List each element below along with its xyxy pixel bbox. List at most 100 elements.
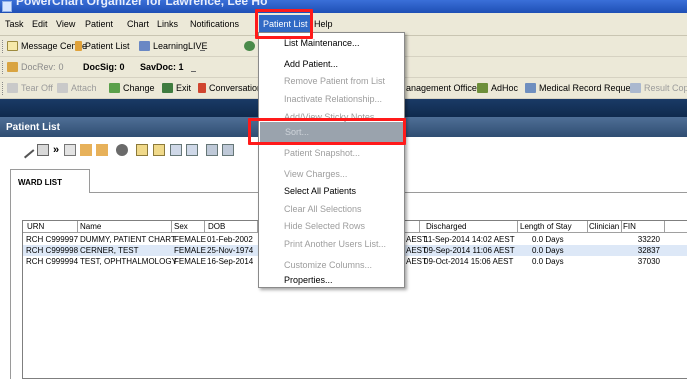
change-icon — [109, 83, 120, 93]
column-divider[interactable] — [419, 221, 420, 233]
docrev-label: DocRev: — [21, 62, 56, 72]
conversation-button[interactable]: Conversation — [198, 83, 262, 93]
patient-detail-icon[interactable] — [64, 144, 76, 156]
window-title: PowerChart Organizer for Lawrence, Lee H… — [16, 0, 268, 8]
menu-links[interactable]: Links — [157, 19, 178, 29]
exit-icon — [162, 83, 173, 93]
result-copy-button[interactable]: Result Cop — [630, 83, 687, 93]
cell-dob: 16-Sep-2014 — [207, 257, 254, 266]
adhoc-label: AdHoc — [491, 83, 519, 93]
patient-list-button[interactable]: Patient List — [75, 41, 130, 51]
medical-record-request-button[interactable]: Medical Record Request — [525, 83, 638, 93]
highlight-box-patient-list-menu — [255, 9, 313, 39]
menu-patient[interactable]: Patient — [85, 19, 113, 29]
menu-item-properties[interactable]: Properties... — [259, 273, 404, 288]
column-divider[interactable] — [204, 221, 205, 233]
title-bar: PowerChart Organizer for Lawrence, Lee H… — [0, 0, 687, 13]
column-header-name[interactable]: Name — [80, 222, 101, 231]
attach-button[interactable]: Attach — [57, 83, 97, 93]
attach-label: Attach — [71, 83, 97, 93]
column-header-sex[interactable]: Sex — [174, 222, 188, 231]
toolbar-overflow-chevron-icon[interactable] — [191, 63, 196, 72]
cell-name: TEST, OPHTHALMOLOGY — [80, 257, 177, 266]
column-header-urn[interactable]: URN — [27, 222, 44, 231]
toolbar-grip[interactable] — [2, 40, 5, 53]
column-header-dob[interactable]: DOB — [208, 222, 225, 231]
menu-help[interactable]: Help — [314, 19, 333, 29]
wrench-icon[interactable] — [17, 141, 35, 159]
adhoc-button[interactable]: AdHoc — [477, 83, 518, 93]
properties-icon[interactable] — [37, 144, 49, 156]
cell-name: DUMMY, PATIENT CHART — [80, 235, 176, 244]
paste-icon[interactable] — [186, 144, 198, 156]
cell-discharged: 09-Oct-2014 15:06 AEST — [424, 257, 514, 266]
savdoc-indicator[interactable]: SavDoc: 1 — [140, 62, 184, 72]
document-icon — [525, 83, 536, 93]
menu-view[interactable]: View — [56, 19, 75, 29]
globe-icon — [244, 41, 255, 51]
column-divider[interactable] — [664, 221, 665, 233]
menu-notifications[interactable]: Notifications — [190, 19, 239, 29]
cell-length-of-stay: 0.0 Days — [532, 235, 564, 244]
cell-discharged: 09-Sep-2014 11:06 AEST — [424, 246, 515, 255]
card-icon[interactable] — [206, 144, 218, 156]
column-header-fin[interactable]: FIN — [623, 222, 636, 231]
toolbar-grip[interactable] — [2, 61, 5, 74]
change-label: Change — [123, 83, 155, 93]
cell-length-of-stay: 0.0 Days — [532, 246, 564, 255]
change-button[interactable]: Change — [109, 83, 155, 93]
menu-task[interactable]: Task — [5, 19, 24, 29]
exit-button[interactable]: Exit — [162, 83, 191, 93]
patient-list-label: Patient List — [85, 41, 130, 51]
tab-ward-list[interactable]: WARD LIST — [10, 169, 90, 193]
exit-label: Exit — [176, 83, 192, 93]
cell-name: CERNER, TEST — [80, 246, 139, 255]
copy-icon[interactable] — [170, 144, 182, 156]
paperclip-icon — [57, 83, 68, 93]
column-header-clinician[interactable]: Clinician — [589, 222, 619, 231]
menu-edit[interactable]: Edit — [32, 19, 48, 29]
adhoc-icon — [477, 83, 488, 93]
envelope-icon — [7, 41, 18, 51]
filter-icon[interactable] — [116, 144, 128, 156]
column-divider[interactable] — [587, 221, 588, 233]
column-header-discharged[interactable]: Discharged — [426, 222, 466, 231]
book-icon — [139, 41, 150, 51]
column-divider[interactable] — [171, 221, 172, 233]
notes-icon[interactable] — [153, 144, 165, 156]
column-divider[interactable] — [77, 221, 78, 233]
person-icon — [75, 41, 82, 51]
app-icon — [2, 1, 12, 12]
cell-dob: 25-Nov-1974 — [207, 246, 254, 255]
cell-fin: 32837 — [637, 246, 660, 255]
learninglive-button[interactable]: LearningLIVE — [139, 41, 208, 51]
add-person-icon[interactable] — [80, 144, 92, 156]
menu-item-print-another-list[interactable]: Print Another Users List... — [259, 234, 404, 255]
toolbar-extra-icon[interactable] — [244, 41, 255, 51]
management-office-button[interactable]: anagement Office — [406, 83, 477, 93]
toolbar-grip[interactable] — [2, 82, 5, 95]
tear-off-label: Tear Off — [21, 83, 53, 93]
column-divider[interactable] — [517, 221, 518, 233]
docrev-indicator[interactable]: DocRev: 0 — [7, 62, 64, 72]
menu-chart[interactable]: Chart — [127, 19, 149, 29]
cell-discharged: 11-Sep-2014 14:02 AEST — [424, 235, 515, 244]
docsig-indicator[interactable]: DocSig: 0 — [83, 62, 125, 72]
note-icon[interactable] — [136, 144, 148, 156]
patient-list-menu: List Maintenance... Add Patient... Remov… — [258, 32, 405, 288]
column-divider[interactable] — [621, 221, 622, 233]
remove-person-icon[interactable] — [96, 144, 108, 156]
grid-icon[interactable] — [222, 144, 234, 156]
toolbar-overflow-chevron-icon[interactable] — [200, 42, 205, 51]
cell-sex: FEMALE — [174, 257, 207, 266]
cell-length-of-stay: 0.0 Days — [532, 257, 564, 266]
cell-urn: RCH C999998 — [26, 246, 79, 255]
column-header-length-of-stay[interactable]: Length of Stay — [520, 222, 572, 231]
refresh-icon — [7, 62, 18, 72]
conversation-label: Conversation — [209, 83, 263, 93]
menu-item-patient-snapshot[interactable]: Patient Snapshot... — [259, 143, 404, 164]
cell-fin: 37030 — [637, 257, 660, 266]
cell-fin: 33220 — [637, 235, 660, 244]
tear-off-button[interactable]: Tear Off — [7, 83, 53, 93]
docrev-value: 0 — [58, 62, 64, 72]
